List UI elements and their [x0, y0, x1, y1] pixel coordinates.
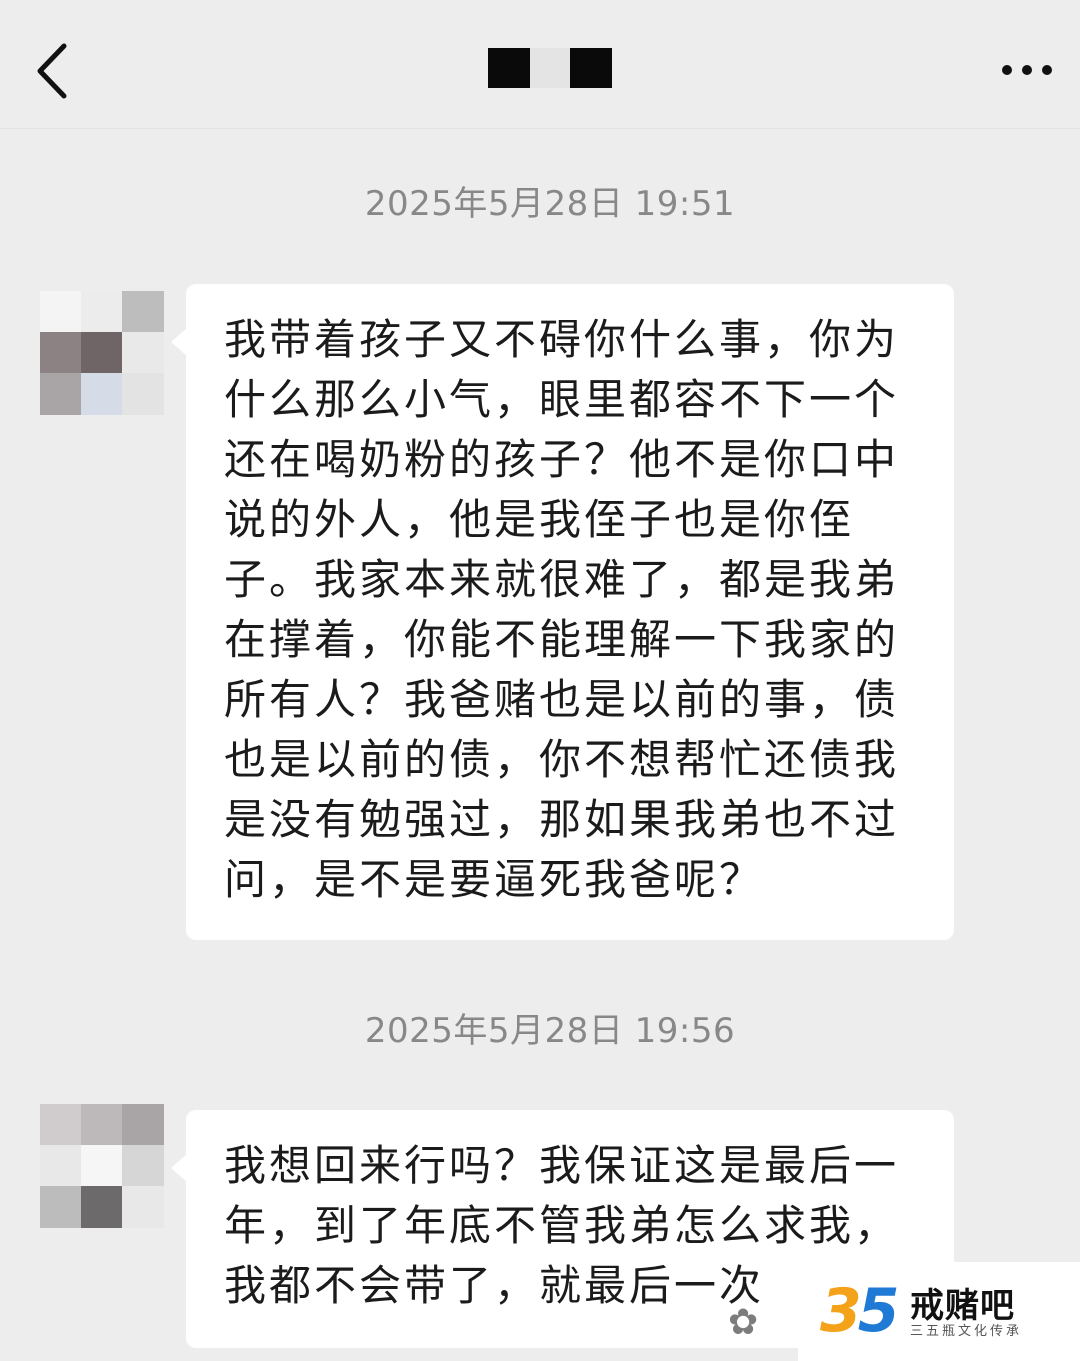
more-button[interactable] [998, 56, 1058, 84]
timestamp: 2025年5月28日 19:56 [364, 1011, 736, 1051]
message-text: 我带着孩子又不碍你什么事，你为什么那么小气，眼里都容不下一个还在喝奶粉的孩子？他… [224, 315, 900, 904]
brand-subtitle: 三五瓶文化传承 [910, 1324, 1023, 1339]
brand-number: 35 [820, 1276, 900, 1346]
brand-number-three: 3 [820, 1276, 862, 1346]
back-button[interactable] [28, 38, 78, 104]
watermark: ✿ 35 戒赌吧 三五瓶文化传承 [722, 1262, 1080, 1361]
message-bubble[interactable]: 我带着孩子又不碍你什么事，你为什么那么小气，眼里都容不下一个还在喝奶粉的孩子？他… [171, 284, 954, 940]
wechat-icon: ✿ [728, 1302, 759, 1343]
chat-header [0, 0, 1080, 129]
chat-title-redacted [488, 48, 612, 88]
brand-number-five: 5 [857, 1276, 900, 1346]
more-horizontal-icon [1002, 65, 1012, 75]
avatar[interactable] [40, 1104, 164, 1228]
avatar[interactable] [40, 291, 164, 415]
timestamp: 2025年5月28日 19:51 [364, 184, 736, 224]
chevron-left-icon [37, 43, 67, 99]
